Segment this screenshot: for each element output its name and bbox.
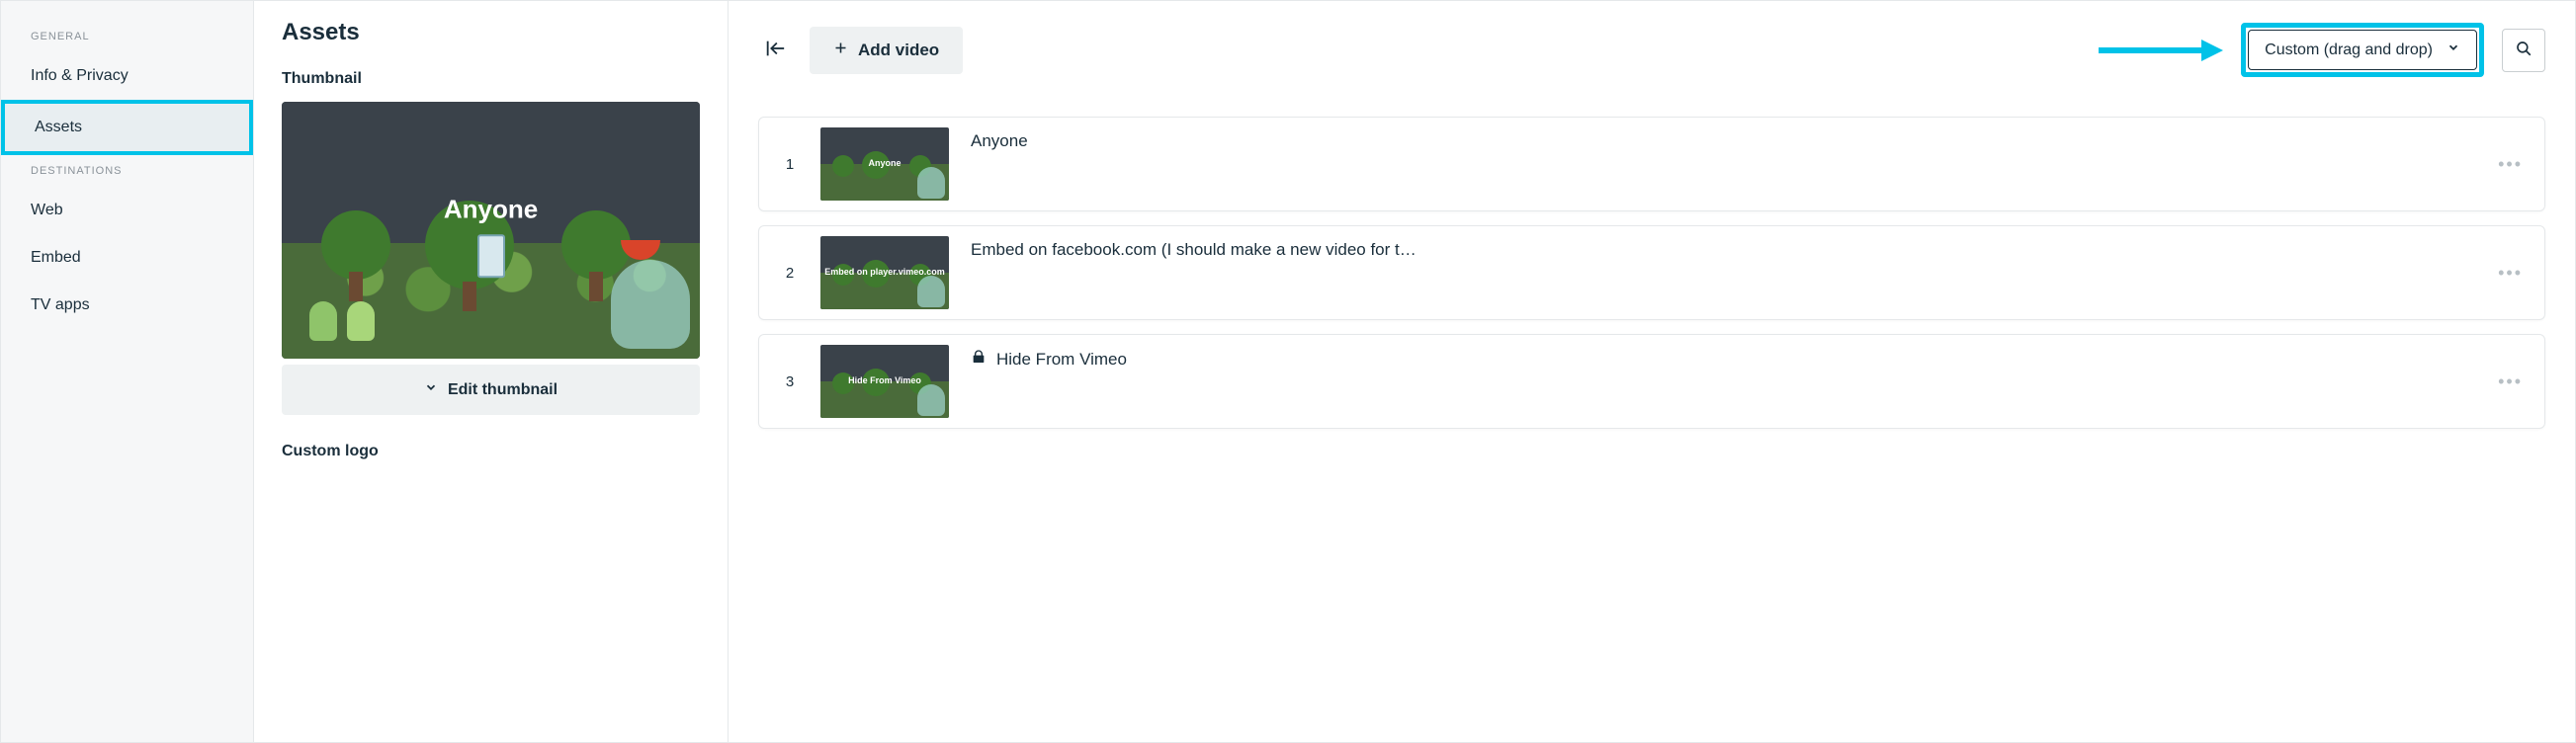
video-row[interactable]: 2 Embed on player.vimeo.com Embed on fac… (758, 225, 2545, 320)
video-thumb-caption: Anyone (868, 158, 901, 168)
thumbnail-preview[interactable]: Anyone (282, 102, 700, 359)
chevron-down-icon (424, 380, 438, 399)
video-row[interactable]: 1 Anyone Anyone ••• (758, 117, 2545, 211)
chevron-down-icon (2447, 41, 2460, 59)
sidebar-item-embed[interactable]: Embed (1, 234, 253, 282)
sort-order-select[interactable]: Custom (drag and drop) (2248, 30, 2477, 70)
lock-icon (971, 349, 987, 370)
video-thumb-caption: Hide From Vimeo (848, 375, 921, 385)
video-thumbnail: Embed on player.vimeo.com (820, 236, 949, 309)
sidebar-item-web[interactable]: Web (1, 187, 253, 234)
add-video-button[interactable]: Add video (810, 27, 963, 74)
more-options-button[interactable]: ••• (2498, 154, 2523, 175)
ellipsis-icon: ••• (2498, 154, 2523, 174)
sidebar-section-destinations: DESTINATIONS (1, 155, 253, 187)
sort-order-label: Custom (drag and drop) (2265, 41, 2433, 59)
plus-icon (833, 41, 848, 60)
sidebar-section-general: GENERAL (1, 21, 253, 52)
more-options-button[interactable]: ••• (2498, 372, 2523, 392)
sidebar-item-tv-apps[interactable]: TV apps (1, 282, 253, 329)
video-thumbnail: Hide From Vimeo (820, 345, 949, 418)
video-thumbnail: Anyone (820, 127, 949, 201)
sidebar-item-info-privacy[interactable]: Info & Privacy (1, 52, 253, 100)
more-options-button[interactable]: ••• (2498, 263, 2523, 284)
page-title: Assets (282, 19, 700, 46)
video-toolbar: Add video Custom (drag and drop) (758, 23, 2545, 77)
video-row-index: 1 (781, 156, 799, 173)
video-row[interactable]: 3 Hide From Vimeo Hide From Vimeo ••• (758, 334, 2545, 429)
add-video-label: Add video (858, 41, 939, 60)
app-root: GENERAL Info & Privacy Assets DESTINATIO… (0, 0, 2576, 743)
video-title: Anyone (971, 127, 2476, 151)
video-list-panel: Add video Custom (drag and drop) (729, 1, 2575, 742)
video-row-index: 2 (781, 265, 799, 282)
edit-thumbnail-label: Edit thumbnail (448, 381, 558, 399)
video-row-index: 3 (781, 373, 799, 390)
custom-logo-section-label: Custom logo (282, 443, 700, 460)
collapse-icon (786, 38, 787, 39)
thumbnail-overlay-text: Anyone (444, 195, 538, 225)
video-title: Embed on facebook.com (I should make a n… (971, 236, 2476, 260)
video-thumb-caption: Embed on player.vimeo.com (824, 267, 945, 277)
ellipsis-icon: ••• (2498, 263, 2523, 283)
thumbnail-section-label: Thumbnail (282, 70, 700, 88)
video-title: Hide From Vimeo (971, 345, 2476, 370)
sidebar: GENERAL Info & Privacy Assets DESTINATIO… (1, 1, 254, 742)
search-icon (2515, 40, 2533, 60)
sidebar-item-assets[interactable]: Assets (1, 100, 253, 155)
search-button[interactable] (2502, 29, 2545, 72)
ellipsis-icon: ••• (2498, 372, 2523, 391)
sort-highlight: Custom (drag and drop) (2241, 23, 2484, 77)
annotation-arrow (2095, 36, 2223, 65)
collapse-panel-button[interactable] (758, 32, 792, 68)
assets-panel: Assets Thumbnail Anyone Edit thumbnail C… (254, 1, 729, 742)
edit-thumbnail-button[interactable]: Edit thumbnail (282, 365, 700, 415)
